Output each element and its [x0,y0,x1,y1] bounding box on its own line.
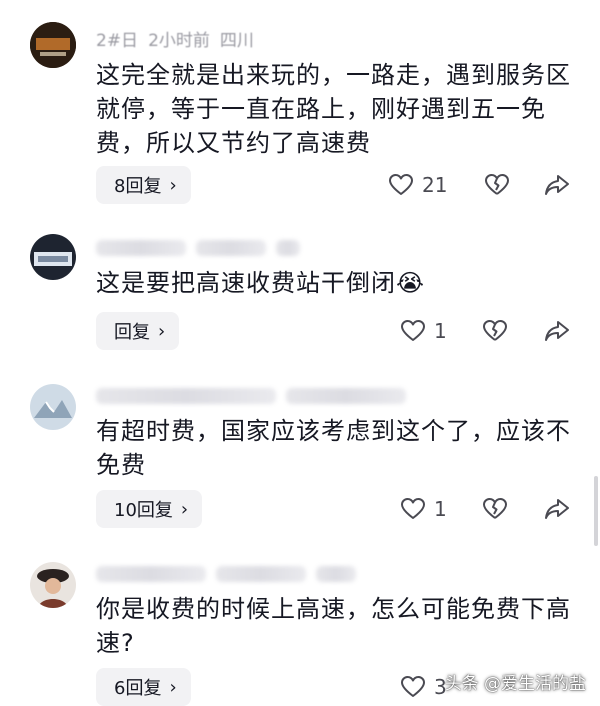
comment-meta [96,564,356,584]
reply-button[interactable]: 6回复 › [96,668,191,706]
like-button[interactable]: 1 [400,312,447,350]
comment-text: 这是要把高速收费站干倒闭😭 [96,266,576,300]
scrollbar-thumb[interactable] [594,476,598,546]
broken-heart-icon [483,498,507,519]
heart-outline-icon [389,174,413,195]
comment-meta: 2#日 2小时前 四川 [96,26,254,51]
chevron-right-icon: › [169,676,177,698]
share-button[interactable] [544,490,570,528]
avatar-image-icon [30,384,76,430]
comment-text: 你是收费的时候上高速，怎么可能免费下高速? [96,595,571,657]
broken-heart-icon [483,320,507,341]
heart-outline-icon [401,498,425,519]
reply-label: 6回复 [114,678,162,699]
avatar[interactable] [30,384,76,430]
username-blurred[interactable] [96,566,206,582]
share-arrow-icon [545,321,569,341]
dislike-button[interactable] [484,166,510,204]
avatar-image-icon [30,234,76,280]
comment-actions: 21 [380,166,580,204]
dislike-button[interactable] [482,312,508,350]
comment-meta [96,386,406,406]
comment-text-content: 这是要把高速收费站干倒闭 [96,269,396,297]
comment-actions: 1 [380,312,580,350]
reply-button[interactable]: 8回复 › [96,166,191,204]
comment-text: 有超时费，国家应该考虑到这个了，应该不免费 [96,417,571,479]
avatar[interactable] [30,22,76,68]
comment-actions: 1 [380,490,580,528]
location: 四川 [219,30,254,51]
chevron-right-icon: › [180,498,189,520]
reply-button[interactable]: 回复 › [96,312,180,350]
share-button[interactable] [544,166,570,204]
meta-blurred [286,388,406,404]
username[interactable]: 2#日 [96,26,138,51]
like-count: 1 [434,319,447,343]
timestamp: 2小时前 [148,30,210,51]
watermark: 头条 @爱生活的盐 [444,674,586,694]
share-button[interactable] [544,312,570,350]
comment-text: 这完全就是出来玩的，一路走，遇到服务区就停，等于一直在路上，刚好遇到五一免费，所… [96,61,571,157]
avatar[interactable] [30,562,76,608]
like-button[interactable]: 1 [400,490,447,528]
broken-heart-icon [485,174,509,195]
comment-meta [96,238,300,258]
dislike-button[interactable] [482,490,508,528]
heart-outline-icon [401,320,425,341]
avatar[interactable] [30,234,76,280]
chevron-right-icon: › [158,320,166,342]
reply-label: 回复 [114,322,150,343]
avatar-image-icon [30,562,76,608]
chevron-right-icon: › [169,174,177,196]
username-blurred[interactable] [96,388,276,404]
meta-blurred [316,566,356,582]
meta-blurred [276,240,300,256]
share-arrow-icon [545,499,569,519]
share-arrow-icon [545,175,569,195]
like-count: 1 [434,497,447,521]
username-blurred[interactable] [96,240,186,256]
avatar-image-icon [30,22,76,68]
like-count: 21 [422,173,448,197]
reply-label: 10回复 [114,500,173,521]
meta-blurred [216,566,306,582]
reply-button[interactable]: 10回复 › [96,490,203,528]
crying-face-emoji: 😭 [396,269,426,297]
like-button[interactable]: 3 [400,668,447,706]
meta-blurred [196,240,266,256]
heart-outline-icon [401,676,425,697]
like-button[interactable]: 21 [388,166,447,204]
reply-label: 8回复 [114,176,162,197]
